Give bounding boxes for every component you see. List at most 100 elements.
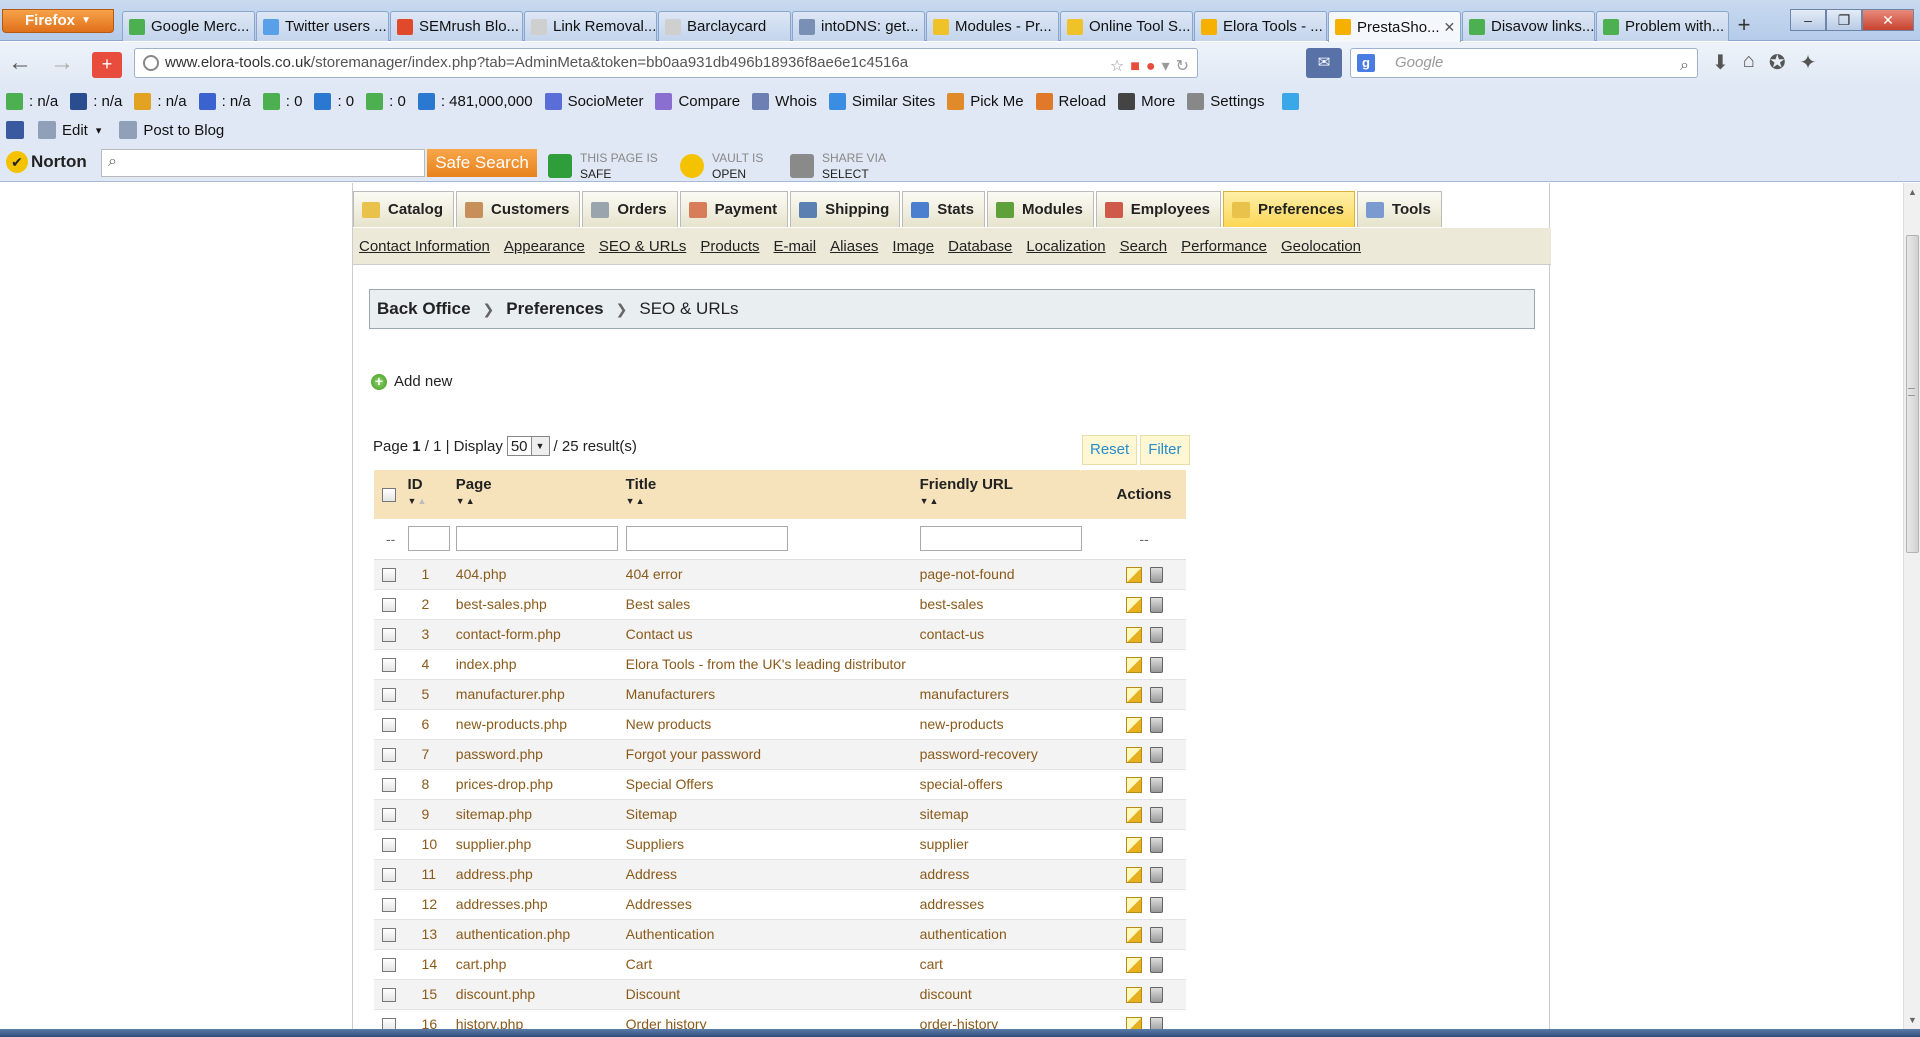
row-title[interactable]: Address [625, 859, 920, 890]
sort-arrows-icon[interactable]: ▼▲ [626, 496, 920, 506]
delete-trash-icon[interactable] [1149, 986, 1163, 1003]
stop-icon[interactable]: ● [1146, 53, 1156, 81]
edit-pencil-icon[interactable] [1125, 1016, 1142, 1029]
seo-toolbar-item[interactable]: Pick Me [947, 92, 1024, 110]
edit-pencil-icon[interactable] [1125, 626, 1142, 643]
row-title[interactable]: Order history [625, 1009, 920, 1029]
edit-pencil-icon[interactable] [1125, 986, 1142, 1003]
row-checkbox[interactable] [382, 958, 396, 973]
row-page[interactable]: cart.php [455, 949, 626, 980]
row-title[interactable]: Manufacturers [625, 679, 920, 710]
row-friendly-url[interactable]: best-sales [919, 589, 1103, 620]
edit-pencil-icon[interactable] [1125, 896, 1142, 913]
row-title[interactable]: Forgot your password [625, 739, 920, 770]
row-title[interactable]: New products [625, 709, 920, 740]
row-title[interactable]: Cart [625, 949, 920, 980]
row-friendly-url[interactable]: password-recovery [919, 739, 1103, 770]
scroll-down-icon[interactable]: ▼ [1908, 1015, 1917, 1025]
row-checkbox[interactable] [382, 658, 396, 673]
edit-pencil-icon[interactable] [1125, 746, 1142, 763]
browser-tab[interactable]: Google Merc... [122, 11, 255, 41]
edit-pencil-icon[interactable] [1125, 566, 1142, 583]
row-page[interactable]: 404.php [455, 559, 626, 590]
edit-pencil-icon[interactable] [1125, 956, 1142, 973]
minimize-button[interactable]: – [1790, 9, 1826, 31]
row-page[interactable]: best-sales.php [455, 589, 626, 620]
row-checkbox[interactable] [382, 898, 396, 913]
row-page[interactable]: discount.php [455, 979, 626, 1010]
seo-toolbar-item[interactable]: : n/a [6, 92, 58, 110]
home-icon[interactable]: ⌂ [1743, 50, 1755, 75]
browser-tab[interactable]: Link Removal... [524, 11, 657, 41]
filter-page-input[interactable] [455, 526, 618, 552]
edit-pencil-icon[interactable] [1125, 866, 1142, 883]
row-friendly-url[interactable]: page-not-found [919, 559, 1103, 590]
row-friendly-url[interactable]: discount [919, 979, 1103, 1010]
row-title[interactable]: 404 error [625, 559, 920, 590]
delete-trash-icon[interactable] [1149, 776, 1163, 793]
norton-search-input[interactable]: ⌕ [101, 149, 425, 177]
seo-toolbar-item[interactable]: SocioMeter [544, 92, 643, 110]
edit-toolbar-item[interactable]: Post to Blog [119, 121, 224, 139]
row-friendly-url[interactable]: supplier [919, 829, 1103, 860]
edit-pencil-icon[interactable] [1125, 716, 1142, 733]
row-title[interactable]: Authentication [625, 919, 920, 950]
row-friendly-url[interactable]: authentication [919, 919, 1103, 950]
row-page[interactable]: sitemap.php [455, 799, 626, 830]
row-checkbox[interactable] [382, 778, 396, 793]
seo-toolbar-item[interactable]: : 0 [262, 92, 302, 110]
delete-trash-icon[interactable] [1149, 716, 1163, 733]
row-page[interactable]: password.php [455, 739, 626, 770]
seo-toolbar-item[interactable]: : n/a [70, 92, 122, 110]
forward-icon[interactable]: → [48, 50, 76, 78]
row-page[interactable]: authentication.php [455, 919, 626, 950]
sort-arrows-icon[interactable]: ▼▲ [408, 496, 456, 506]
delete-trash-icon[interactable] [1149, 956, 1163, 973]
edit-pencil-icon[interactable] [1125, 596, 1142, 613]
seo-toolbar-item[interactable]: Similar Sites [828, 92, 935, 110]
subtab-link[interactable]: Search [1120, 238, 1168, 255]
delete-trash-icon[interactable] [1149, 926, 1163, 943]
seo-toolbar-item[interactable]: More [1118, 92, 1175, 110]
row-checkbox[interactable] [382, 1018, 396, 1029]
row-page[interactable]: addresses.php [455, 889, 626, 920]
norton-status-item[interactable]: SHARE VIA SELECT [790, 150, 886, 182]
seo-toolbar-item[interactable]: Reload [1035, 92, 1106, 110]
browser-tab[interactable]: intoDNS: get... [792, 11, 925, 41]
addon-plus-icon[interactable]: + [92, 52, 122, 78]
delete-trash-icon[interactable] [1149, 656, 1163, 673]
seo-toolbar-item[interactable]: : n/a [198, 92, 251, 110]
norton-status-item[interactable]: VAULT IS OPEN [680, 150, 763, 182]
per-page-select[interactable]: 50 ▼ [506, 436, 550, 456]
firefox-menu-button[interactable]: Firefox ▼ [2, 9, 114, 33]
delete-trash-icon[interactable] [1149, 596, 1163, 613]
delete-trash-icon[interactable] [1149, 1016, 1163, 1029]
seo-toolbar-item[interactable]: : n/a [134, 92, 187, 110]
row-title[interactable]: Discount [625, 979, 920, 1010]
row-title[interactable]: Sitemap [625, 799, 920, 830]
row-page[interactable]: contact-form.php [455, 619, 626, 650]
edit-pencil-icon[interactable] [1125, 806, 1142, 823]
row-checkbox[interactable] [382, 988, 396, 1003]
tab-payment[interactable]: Payment [679, 191, 789, 227]
row-page[interactable]: history.php [455, 1009, 626, 1029]
search-icon[interactable]: ⌕ [1680, 52, 1689, 80]
tab-customers[interactable]: Customers [456, 191, 581, 227]
search-box[interactable]: g Google ⌕ [1350, 48, 1698, 78]
browser-tab[interactable]: PrestaSho... ✕ [1328, 11, 1461, 42]
row-friendly-url[interactable]: order-history [919, 1009, 1103, 1029]
row-page[interactable]: index.php [455, 649, 626, 680]
row-page[interactable]: manufacturer.php [455, 679, 626, 710]
seo-toolbar-item[interactable]: : 0 [366, 92, 406, 110]
row-title[interactable]: Best sales [625, 589, 920, 620]
twitter-icon[interactable] [1282, 92, 1300, 110]
row-checkbox[interactable] [382, 688, 396, 703]
reset-button[interactable]: Reset [1082, 435, 1138, 465]
subtab-link[interactable]: Image [892, 238, 934, 255]
row-checkbox[interactable] [382, 808, 396, 823]
row-checkbox[interactable] [382, 928, 396, 943]
row-page[interactable]: new-products.php [455, 709, 626, 740]
row-title[interactable]: Elora Tools - from the UK's leading dist… [625, 649, 920, 680]
google-engine-icon[interactable]: g [1357, 54, 1375, 72]
scroll-up-icon[interactable]: ▲ [1908, 187, 1917, 197]
